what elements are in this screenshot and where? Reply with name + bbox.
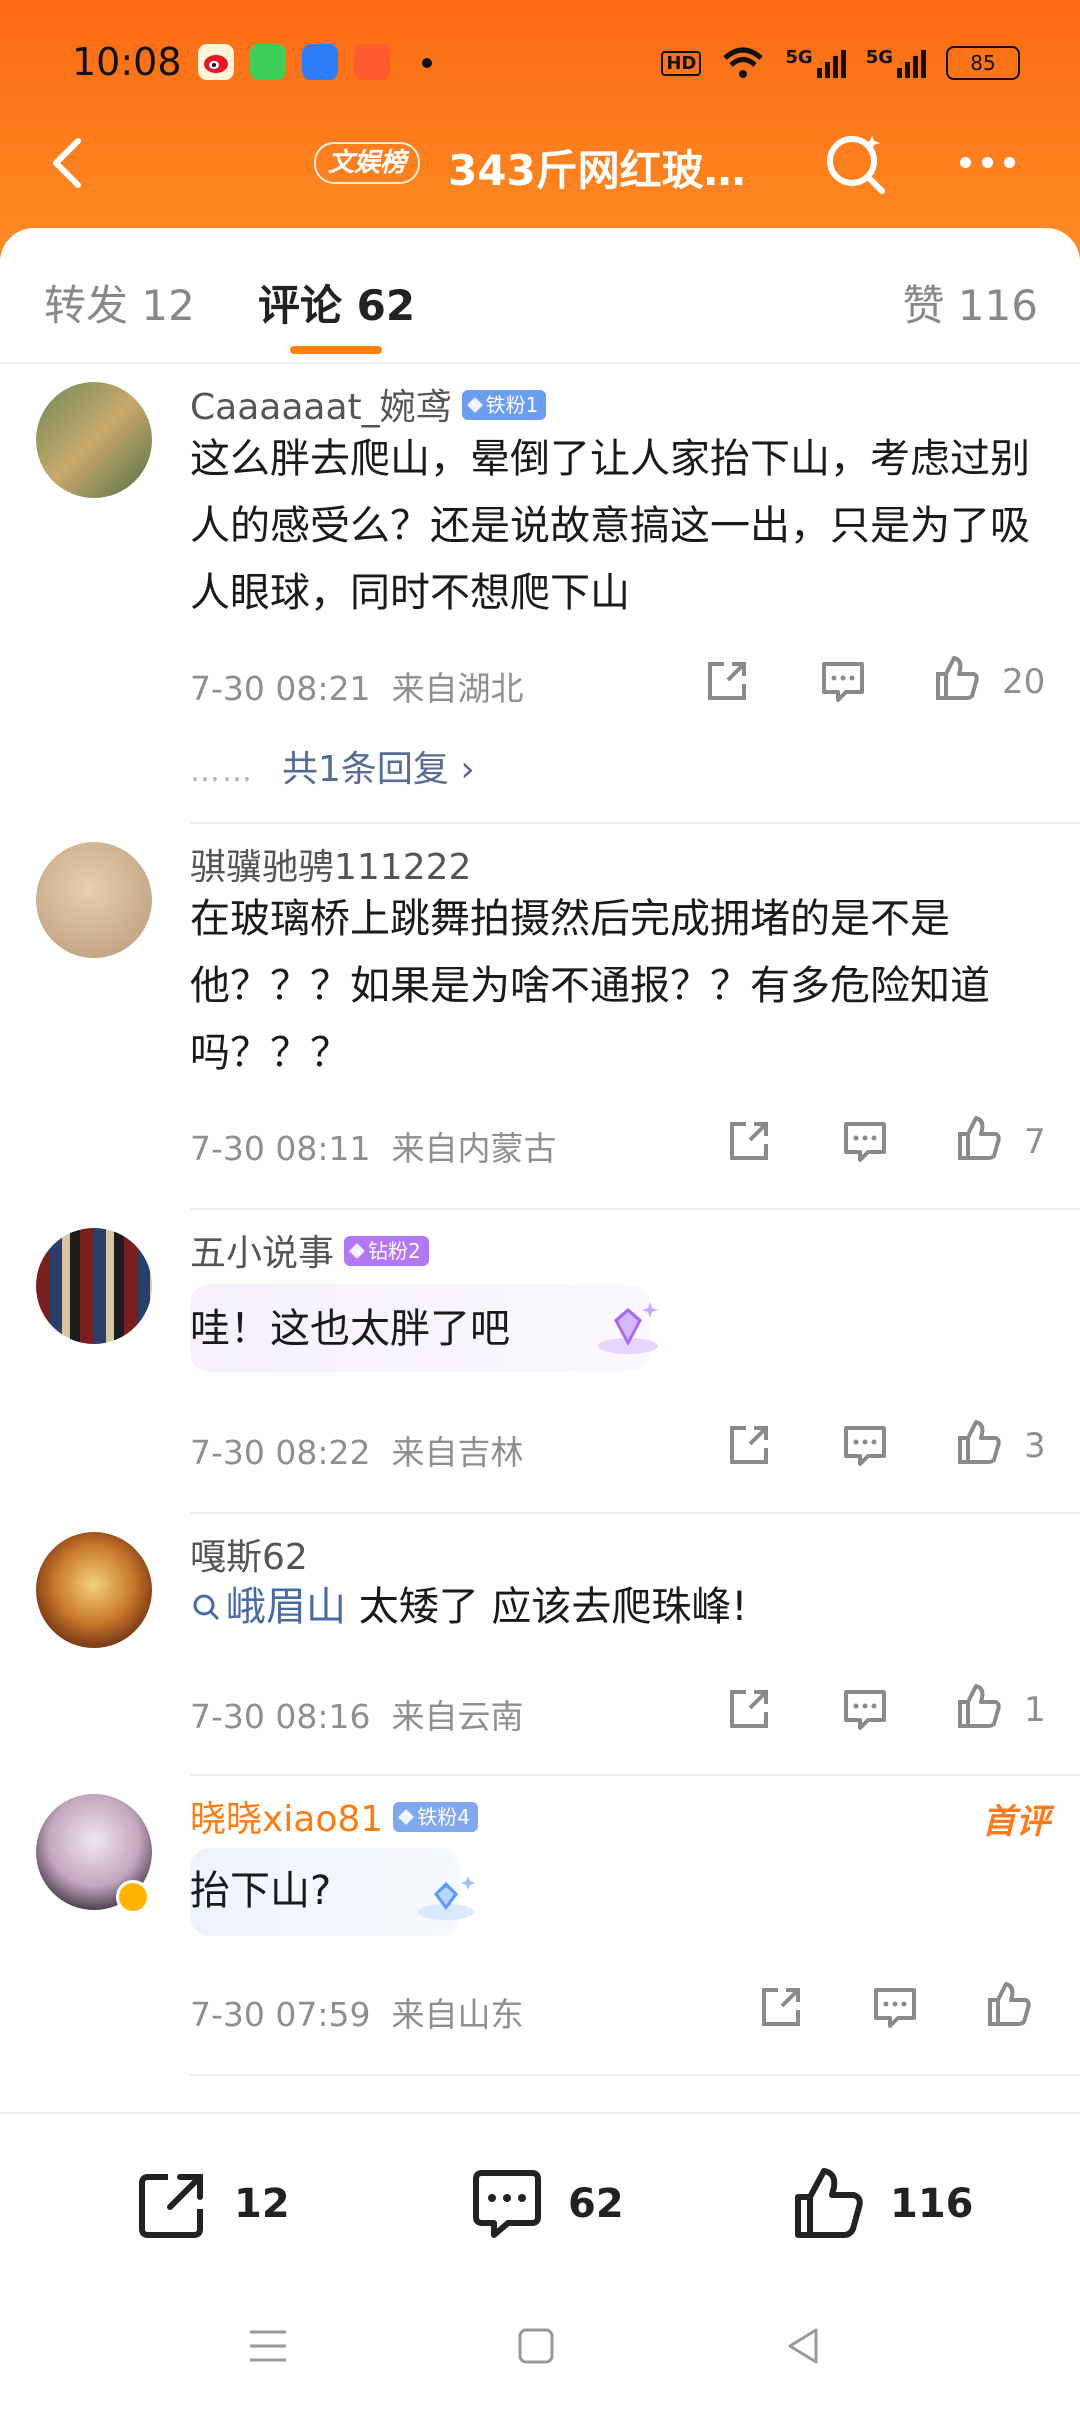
repost-button[interactable]: 12 — [134, 2164, 290, 2244]
tab-like[interactable]: 赞 116 — [902, 272, 1038, 333]
comment-meta: 7-30 08:22 来自吉林 — [190, 1433, 524, 1472]
home-icon[interactable] — [512, 2322, 560, 2370]
page-title: 343斤网红玻… — [448, 146, 746, 195]
active-tab-indicator — [290, 346, 382, 354]
files-app-icon — [302, 44, 338, 80]
comment-text: 抬下山? — [190, 1868, 332, 1914]
share-icon[interactable] — [756, 1982, 806, 2032]
comment-username[interactable]: 五小说事 钻粉2 — [190, 1224, 429, 1276]
comment-meta: 7-30 07:59 来自山东 — [190, 1995, 524, 2034]
share-icon[interactable] — [724, 1116, 774, 1166]
share-icon[interactable] — [702, 656, 752, 706]
signal-bars-icon — [816, 48, 846, 78]
like-icon — [795, 2168, 863, 2238]
reply-icon[interactable] — [840, 1684, 890, 1734]
battery-icon: 85 — [946, 46, 1020, 80]
topic-link[interactable]: 峨眉山 — [190, 1584, 346, 1630]
content-card: 转发 12 评论 62 赞 116 Caaaaaat_婉鸢 铁粉1 这么胖去爬山，… — [0, 228, 1080, 2414]
status-indicators: HD 5G 5G 85 — [661, 40, 1020, 86]
hd-voice-icon: HD — [661, 50, 702, 76]
like-icon[interactable] — [954, 1682, 1004, 1732]
tab-repost[interactable]: 转发 12 — [44, 272, 195, 333]
comment-text: 在玻璃桥上跳舞拍摄然后完成拥堵的是不是他？？？如果是为啥不通报？？有多危险知道吗… — [190, 896, 990, 1076]
avatar[interactable] — [36, 382, 152, 498]
hot-list-tag[interactable]: 文娱榜 — [314, 142, 421, 184]
back-icon[interactable] — [780, 2322, 828, 2370]
avatar[interactable] — [36, 1228, 152, 1344]
avatar[interactable] — [36, 842, 152, 958]
search-icon[interactable] — [820, 129, 892, 201]
status-bar: 10:08 HD 5G 5G 85 — [0, 0, 1080, 130]
status-time: 10:08 — [72, 40, 182, 84]
comment-item: 五小说事 钻粉2 哇！这也太胖了吧 7-30 08:22 来自吉林 3 — [0, 1210, 1080, 1514]
signal-1: 5G — [785, 47, 846, 78]
signal-bars-icon — [897, 48, 926, 78]
reply-icon[interactable] — [840, 1420, 890, 1470]
back-arrow-icon[interactable] — [40, 133, 100, 193]
system-navigation-bar — [0, 2282, 1080, 2414]
comment-meta: 7-30 08:16 来自云南 — [190, 1697, 524, 1736]
comment-username[interactable]: 骐骥驰骋111222 — [190, 838, 471, 890]
like-count: 1 — [1024, 1690, 1046, 1730]
comment-text: 这么胖去爬山，晕倒了让人家抬下山，考虑过别人的感受么？还是说故意搞这一出，只是为… — [190, 436, 1030, 616]
bottom-action-bar: 12 62 116 — [0, 2112, 1080, 2284]
comment-text: 峨眉山 太矮了 应该去爬珠峰! — [190, 1574, 1040, 1641]
fan-badge: 铁粉1 — [461, 390, 547, 420]
avatar[interactable] — [36, 1532, 152, 1648]
tab-comment[interactable]: 评论 62 — [258, 272, 415, 333]
comment-item: Caaaaaat_婉鸢 铁粉1 这么胖去爬山，晕倒了让人家抬下山，考虑过别人的感受… — [0, 364, 1080, 824]
like-icon[interactable] — [954, 1114, 1004, 1164]
comment-text: 哇！这也太胖了吧 — [190, 1306, 510, 1352]
like-icon[interactable] — [984, 1980, 1034, 2030]
gallery-app-icon — [354, 44, 390, 80]
verified-badge-icon — [116, 1880, 150, 1914]
tab-bar: 转发 12 评论 62 赞 116 — [0, 228, 1080, 362]
comment-meta: 7-30 08:21 来自湖北 — [190, 669, 524, 708]
wifi-icon — [723, 47, 764, 78]
like-count: 3 — [1024, 1426, 1046, 1466]
messages-app-icon — [250, 44, 286, 80]
nav-bar: 文娱榜 343斤网红玻… — [0, 115, 1080, 215]
comment-item: 晓晓xiao81 铁粉4 首评 抬下山? 7-30 07:59 来自山东 — [0, 1776, 1080, 2076]
share-icon[interactable] — [724, 1420, 774, 1470]
comment-button[interactable]: 62 — [468, 2164, 624, 2244]
comment-divider — [190, 2074, 1080, 2076]
notification-dot — [422, 58, 432, 68]
fan-badge: 钻粉2 — [344, 1236, 429, 1266]
comment-icon — [473, 2170, 541, 2238]
search-icon — [193, 1594, 220, 1621]
comment-username[interactable]: 晓晓xiao81 铁粉4 — [190, 1790, 478, 1842]
comment-username[interactable]: 嘎斯62 — [190, 1528, 308, 1580]
comment-meta: 7-30 08:11 来自内蒙古 — [190, 1129, 557, 1168]
like-icon[interactable] — [954, 1418, 1004, 1468]
comment-item: 骐骥驰骋111222 在玻璃桥上跳舞拍摄然后完成拥堵的是不是他？？？如果是为啥不… — [0, 824, 1080, 1210]
like-count: 7 — [1024, 1122, 1046, 1162]
like-button[interactable]: 116 — [790, 2164, 974, 2244]
comment-username[interactable]: Caaaaaat_婉鸢 铁粉1 — [190, 378, 547, 430]
menu-icon[interactable] — [244, 2322, 292, 2370]
fan-badge: 铁粉4 — [393, 1802, 478, 1832]
reply-icon[interactable] — [870, 1982, 920, 2032]
more-options-icon[interactable] — [960, 137, 1030, 187]
reply-icon[interactable] — [818, 656, 868, 706]
signal-2: 5G — [866, 47, 926, 78]
comment-item: 嘎斯62 峨眉山 太矮了 应该去爬珠峰! 7-30 08:16 来自云南 1 — [0, 1514, 1080, 1776]
like-count: 20 — [1002, 662, 1046, 702]
like-icon[interactable] — [932, 654, 982, 704]
share-icon[interactable] — [724, 1684, 774, 1734]
repost-icon — [139, 2174, 203, 2238]
weibo-app-icon — [198, 44, 234, 80]
first-comment-label: 首评 — [982, 1802, 1050, 1842]
view-replies-link[interactable]: …… 共1条回复 › — [190, 740, 475, 792]
reply-icon[interactable] — [840, 1116, 890, 1166]
